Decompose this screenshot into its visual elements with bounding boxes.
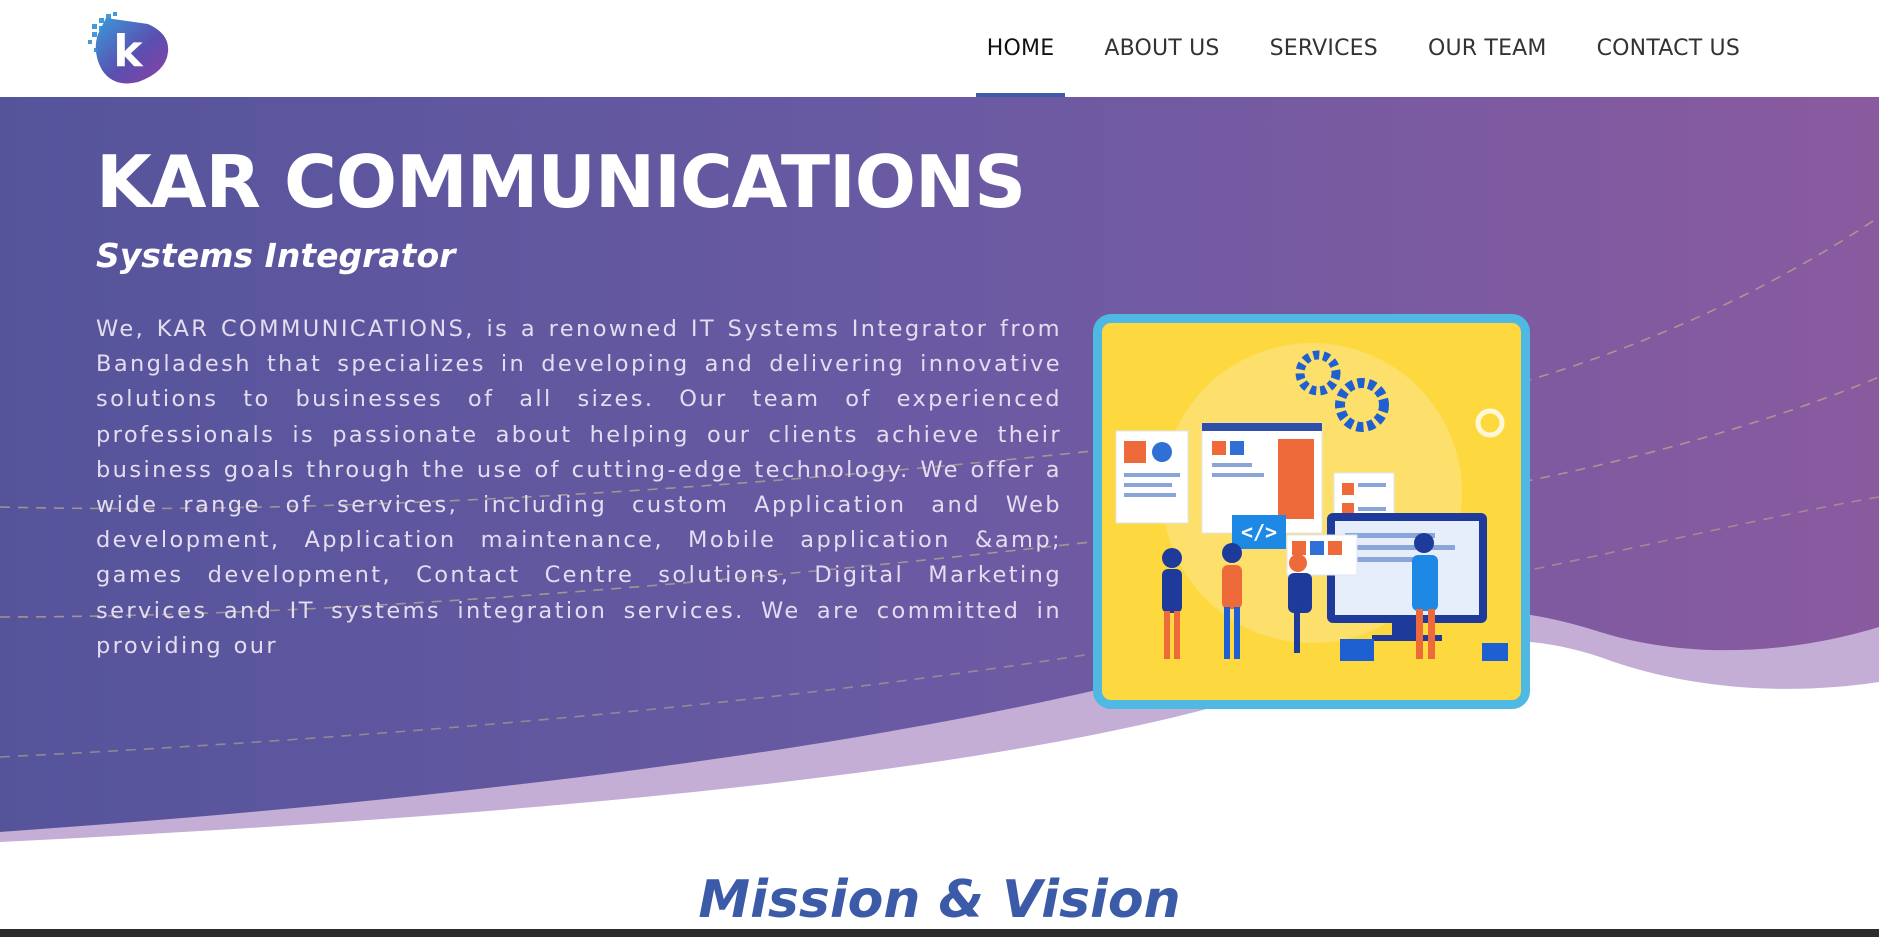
hero-title: KAR COMMUNICATIONS — [96, 140, 1026, 224]
main-nav: HOME ABOUT US SERVICES OUR TEAM CONTACT … — [962, 0, 1765, 97]
nav-item-our-team[interactable]: OUR TEAM — [1403, 0, 1572, 97]
nav-item-contact-us[interactable]: CONTACT US — [1572, 0, 1765, 97]
nav-item-home[interactable]: HOME — [962, 0, 1080, 97]
mission-vision-heading: Mission & Vision — [698, 870, 1181, 930]
nav-item-services[interactable]: SERVICES — [1245, 0, 1403, 97]
hero-intro-paragraph: We, KAR COMMUNICATIONS, is a renowned IT… — [96, 316, 1062, 659]
nav-item-about-us[interactable]: ABOUT US — [1079, 0, 1244, 97]
site-header: k HOME ABOUT US SERVICES OUR TEAM CONTAC… — [0, 0, 1879, 97]
hero-subtitle: Systems Integrator — [96, 236, 456, 275]
bottom-strip — [0, 929, 1879, 937]
code-tag-icon: </> — [1241, 520, 1277, 544]
logo-letter: k — [113, 26, 144, 77]
kar-logo[interactable]: k — [88, 10, 174, 86]
developer-team-illustration: </> — [1093, 314, 1530, 709]
